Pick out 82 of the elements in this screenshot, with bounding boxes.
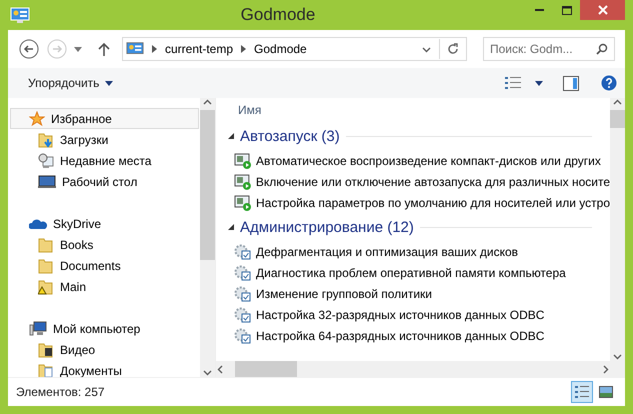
monitor-icon: [38, 174, 56, 188]
sidebar-item[interactable]: Недавние места: [8, 150, 200, 171]
sidebar-item[interactable]: Документы: [8, 360, 200, 377]
cloud-icon: [29, 218, 47, 230]
group-header[interactable]: Администрирование (12): [240, 218, 414, 236]
folder-icon: [38, 236, 54, 252]
dropdown-chevron-icon[interactable]: [422, 44, 431, 54]
group-header[interactable]: Автозапуск (3): [240, 128, 340, 144]
search-icon: [596, 43, 608, 55]
scroll-down-icon[interactable]: [613, 352, 622, 361]
sidebar-item[interactable]: Загрузки: [8, 129, 200, 150]
details-view-button[interactable]: [571, 381, 593, 403]
window-title: Godmode: [240, 5, 316, 25]
gear-checklist-icon: [234, 306, 252, 322]
recent-places-icon: [38, 152, 54, 168]
list-item[interactable]: Настройка 64-разрядных источников данных ODBC: [228, 325, 610, 346]
close-icon: [598, 5, 608, 15]
maximize-icon: [562, 6, 572, 14]
caret-icon: [105, 80, 114, 86]
organize-menu-button[interactable]: Упорядочить: [26, 74, 116, 92]
dropdown-arrow-icon[interactable]: [535, 80, 543, 86]
back-button[interactable]: [18, 38, 40, 60]
up-arrow-icon[interactable]: [98, 42, 110, 56]
name-column-header[interactable]: Имя: [228, 98, 610, 122]
scroll-up-icon[interactable]: [613, 98, 622, 107]
list-item[interactable]: Диагностика проблем оперативной памяти компьютера: [228, 262, 610, 283]
folder-icon: [38, 258, 54, 274]
vertical-scrollbar[interactable]: [610, 98, 625, 377]
breadcrumb[interactable]: Godmode: [254, 42, 307, 56]
breadcrumb[interactable]: current-temp: [165, 42, 234, 56]
gear-checklist-icon: [234, 286, 252, 302]
dropdown-arrow-icon[interactable]: [74, 46, 82, 52]
list-item[interactable]: Автоматическое воспроизведение компакт-дисков или других: [228, 150, 610, 171]
gear-checklist-icon: [234, 244, 252, 260]
view-options-icon[interactable]: [505, 76, 521, 90]
list-item[interactable]: Настройка 32-разрядных источников данных ODBC: [228, 304, 610, 325]
warning-folder-icon: [38, 278, 54, 294]
scrollbar-thumb[interactable]: [235, 361, 297, 377]
sidebar-item[interactable]: Избранное: [10, 108, 199, 129]
collapse-triangle-icon[interactable]: [228, 133, 234, 139]
autoplay-icon: [234, 194, 252, 210]
landscape-picture-icon: [599, 386, 613, 398]
scroll-down-icon[interactable]: [203, 368, 212, 377]
sidebar-item[interactable]: Мой компьютер: [10, 318, 199, 339]
sidebar-item[interactable]: Видео: [8, 339, 200, 360]
list-item[interactable]: Изменение групповой политики: [228, 283, 610, 304]
list-item[interactable]: Включение или отключение автозапуска для различных носите: [228, 171, 610, 192]
vertical-scrollbar[interactable]: [200, 98, 215, 377]
sidebar-item[interactable]: Main: [8, 276, 200, 297]
details-view-icon: [575, 386, 589, 398]
breadcrumb-arrow-icon[interactable]: [152, 45, 157, 53]
sidebar-item[interactable]: Books: [8, 234, 200, 255]
list-item[interactable]: Дефрагментация и оптимизация ваших дисков: [228, 241, 610, 262]
minimize-icon: [535, 9, 544, 11]
item-count: Элементов: 257: [16, 385, 105, 399]
preview-pane-icon[interactable]: [563, 76, 579, 90]
search-field[interactable]: Поиск: Godm...: [483, 37, 615, 61]
scroll-up-icon[interactable]: [203, 98, 212, 107]
computer-icon: [29, 320, 47, 336]
help-icon[interactable]: [601, 75, 617, 91]
app-icon: [10, 6, 30, 24]
list-item[interactable]: Настройка параметров по умолчанию для носителей или устро: [228, 192, 610, 213]
star-icon: [29, 110, 45, 126]
scroll-left-icon[interactable]: [216, 364, 225, 374]
sidebar-item[interactable]: Documents: [8, 255, 200, 276]
gear-checklist-icon: [234, 264, 252, 280]
folder-icon: [38, 362, 54, 377]
scrollbar-thumb[interactable]: [200, 110, 215, 260]
scrollbar-thumb[interactable]: [610, 110, 625, 128]
gear-checklist-icon: [234, 328, 252, 344]
autoplay-icon: [234, 152, 252, 168]
breadcrumb-arrow-icon[interactable]: [241, 45, 246, 53]
scroll-right-icon[interactable]: [601, 364, 610, 374]
refresh-icon[interactable]: [447, 43, 459, 55]
close-button[interactable]: [580, 0, 625, 20]
collapse-triangle-icon[interactable]: [228, 224, 234, 230]
address-bar[interactable]: current-temp Godmode: [122, 37, 467, 61]
autoplay-icon: [234, 174, 252, 190]
download-folder-icon: [38, 132, 54, 148]
folder-icon: [38, 342, 54, 358]
sidebar-item[interactable]: SkyDrive: [10, 213, 199, 234]
sidebar-item[interactable]: Рабочий стол: [8, 171, 200, 192]
